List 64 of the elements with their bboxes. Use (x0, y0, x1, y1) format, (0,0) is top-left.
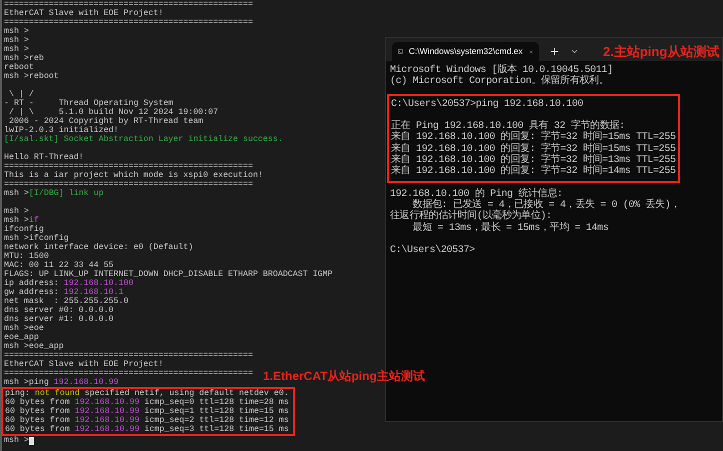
console-line: 来自 192.168.10.100 的回复: 字节=32 时间=15ms TTL=255 (391, 144, 676, 155)
console-line: Microsoft Windows [版本 10.0.19045.5011] (390, 65, 613, 76)
terminal-line: dns server #1: 0.0.0.0 (4, 315, 114, 324)
terminal-line: msh > (4, 45, 29, 54)
terminal-line: ================================================== (4, 18, 253, 27)
console-icon (398, 47, 403, 56)
terminal-tab[interactable]: C:\Windows\system32\cmd.ex (392, 42, 539, 61)
terminal-line: / | \ 5.1.0 build Nov 12 2024 19:00:07 (8, 108, 218, 117)
new-tab-icon[interactable] (549, 46, 560, 57)
terminal-line: 60 bytes from 192.168.10.99 icmp_seq=1 ttl=128 time=15 ms (5, 407, 289, 416)
terminal-line: msh > (4, 436, 34, 445)
terminal-line: eoe_app (4, 333, 39, 342)
terminal-line: 60 bytes from 192.168.10.99 icmp_seq=0 ttl=128 time=28 ms (5, 398, 289, 407)
dropdown-icon[interactable] (570, 47, 579, 56)
terminal-line: network interface device: e0 (Default) (4, 243, 194, 252)
terminal-line: gw address: 192.168.10.1 (4, 288, 124, 297)
terminal-line: MAC: 00 11 22 33 44 55 (4, 261, 114, 270)
terminal-line: lwIP-2.0.3 initialized! (4, 126, 119, 135)
console-line: 来自 192.168.10.100 的回复: 字节=32 时间=14ms TTL=255 (391, 166, 676, 178)
annotation-label: 2.主站ping从站测试 (603, 42, 720, 61)
console-line: 来自 192.168.10.100 的回复: 字节=32 时间=15ms TTL=255 (391, 132, 676, 144)
terminal-line: msh >eoe (4, 324, 44, 333)
terminal-line: msh >if (4, 216, 39, 225)
terminal-line: 60 bytes from 192.168.10.99 icmp_seq=3 ttl=128 time=15 ms (5, 425, 289, 434)
terminal-line: dns server #0: 0.0.0.0 (4, 306, 114, 315)
terminal-line: EtherCAT Slave with EOE Project! (4, 360, 164, 369)
terminal-line: EtherCAT Slave with EOE Project! (4, 9, 164, 18)
terminal-line: 2006 - 2024 Copyright by RT-Thread team (8, 117, 204, 126)
terminal-line: Hello RT-Thread! (4, 153, 84, 162)
console-line: 往返行程的估计时间(以毫秒为单位): (390, 211, 552, 222)
terminal-line: \ | / (8, 90, 34, 99)
terminal-line: reboot (4, 63, 34, 72)
terminal-line: msh > (4, 207, 29, 216)
terminal-line: MTU: 1500 (4, 252, 49, 261)
terminal-line: msh >ifconfig (4, 234, 69, 243)
terminal-line: msh >reb (4, 54, 44, 63)
terminal-line: ifconfig (4, 225, 44, 234)
terminal-line: msh >reboot (4, 72, 59, 81)
console-line: C:\Users\20537> (390, 245, 475, 256)
terminal-line: ping: not found specified netif, using default netdev e0. (5, 389, 289, 398)
terminal-line: FLAGS: UP LINK_UP INTERNET_DOWN DHCP_DISABLE ETHARP BROADCAST IGMP (4, 270, 333, 279)
terminal-line: msh >eoe_app (4, 342, 64, 351)
terminal-line: ================================================== (4, 162, 253, 171)
terminal-line: msh >[I/DBG] link up (4, 189, 104, 198)
terminal-line: ================================================== (4, 369, 253, 378)
terminal-line: msh >ping 192.168.10.99 (4, 378, 119, 387)
console-line: 数据包: 已发送 = 4，已接收 = 4，丢失 = 0 (0% 丢失)， (412, 200, 680, 211)
terminal-line: [I/sal.skt] Socket Abstraction Layer initialize success. (4, 135, 283, 144)
terminal-line: ip address: 192.168.10.100 (4, 279, 134, 288)
console-line: C:\Users\20537>ping 192.168.10.100 (391, 98, 584, 110)
terminal-line: ================================================== (4, 180, 253, 189)
terminal-line: ================================================== (4, 0, 253, 9)
tab-title: C:\Windows\system32\cmd.ex (408, 45, 523, 58)
terminal-line: 60 bytes from 192.168.10.99 icmp_seq=2 ttl=128 time=12 ms (5, 416, 289, 425)
terminal-line: msh > (4, 27, 29, 36)
terminal-line: msh > (4, 36, 29, 45)
terminal-line: ================================================== (4, 351, 253, 360)
terminal-line: - RT - Thread Operating System (4, 99, 174, 108)
annotation-label: 1.EtherCAT从站ping主站测试 (263, 368, 425, 385)
terminal-line: This is a iar project which mode is xspi0 execution! (4, 171, 263, 180)
console-line: (c) Microsoft Corporation。保留所有权利。 (390, 76, 608, 88)
console-line: 最短 = 13ms，最长 = 15ms，平均 = 14ms (412, 222, 608, 234)
console-line: 192.168.10.100 的 Ping 统计信息: (390, 188, 563, 200)
terminal-line: net mask : 255.255.255.0 (4, 297, 128, 306)
